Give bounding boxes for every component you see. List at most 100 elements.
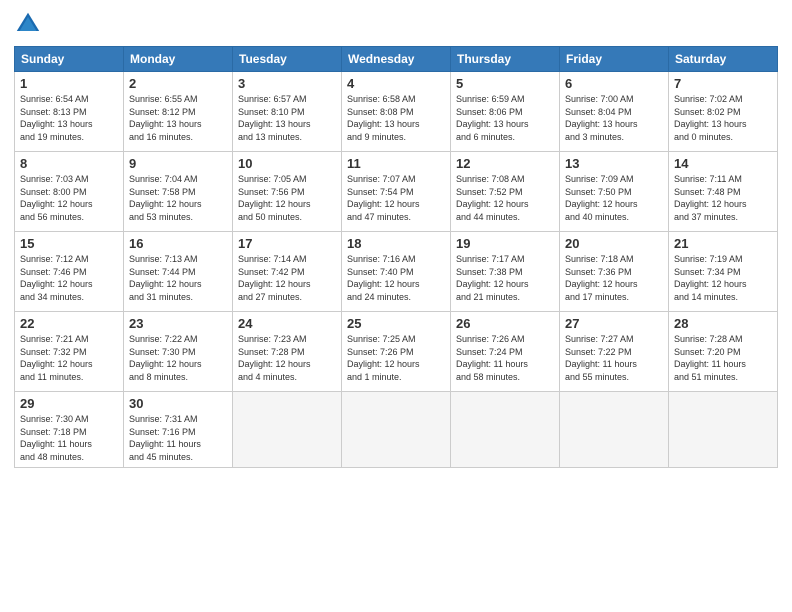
day-number: 9 xyxy=(129,156,227,171)
day-number: 21 xyxy=(674,236,772,251)
weekday-header-tuesday: Tuesday xyxy=(233,47,342,72)
day-info: Sunrise: 7:17 AM Sunset: 7:38 PM Dayligh… xyxy=(456,253,554,303)
calendar-cell xyxy=(560,392,669,468)
day-number: 27 xyxy=(565,316,663,331)
weekday-header-friday: Friday xyxy=(560,47,669,72)
calendar-cell: 16Sunrise: 7:13 AM Sunset: 7:44 PM Dayli… xyxy=(124,232,233,312)
day-info: Sunrise: 7:14 AM Sunset: 7:42 PM Dayligh… xyxy=(238,253,336,303)
calendar-week-2: 8 Sunrise: 7:03 AM Sunset: 8:00 PM Daylig… xyxy=(15,152,778,232)
day-number: 8 xyxy=(20,156,118,171)
calendar-cell: 13 Sunrise: 7:09 AM Sunset: 7:50 PM Dayli… xyxy=(560,152,669,232)
day-info: Sunrise: 6:54 AM Sunset: 8:13 PM Dayligh… xyxy=(20,93,118,143)
day-number: 20 xyxy=(565,236,663,251)
day-info: Sunrise: 7:19 AM Sunset: 7:34 PM Dayligh… xyxy=(674,253,772,303)
day-number: 13 xyxy=(565,156,663,171)
calendar-cell: 3Sunrise: 6:57 AM Sunset: 8:10 PM Daylig… xyxy=(233,72,342,152)
day-number: 17 xyxy=(238,236,336,251)
day-info: Sunrise: 7:00 AM Sunset: 8:04 PM Dayligh… xyxy=(565,93,663,143)
day-number: 5 xyxy=(456,76,554,91)
day-info: Sunrise: 7:03 AM Sunset: 8:00 PM Dayligh… xyxy=(20,173,118,223)
day-number: 1 xyxy=(20,76,118,91)
calendar-cell: 17 Sunrise: 7:14 AM Sunset: 7:42 PM Dayli… xyxy=(233,232,342,312)
calendar-cell: 26 Sunrise: 7:26 AM Sunset: 7:24 PM Dayli… xyxy=(451,312,560,392)
calendar-cell: 2 Sunrise: 6:55 AM Sunset: 8:12 PM Daylig… xyxy=(124,72,233,152)
day-info: Sunrise: 7:27 AM Sunset: 7:22 PM Dayligh… xyxy=(565,333,663,383)
day-info: Sunrise: 7:21 AM Sunset: 7:32 PM Dayligh… xyxy=(20,333,118,383)
day-info: Sunrise: 7:09 AM Sunset: 7:50 PM Dayligh… xyxy=(565,173,663,223)
calendar-cell: 4 Sunrise: 6:58 AM Sunset: 8:08 PM Daylig… xyxy=(342,72,451,152)
day-number: 26 xyxy=(456,316,554,331)
weekday-header-wednesday: Wednesday xyxy=(342,47,451,72)
calendar-cell xyxy=(451,392,560,468)
day-number: 2 xyxy=(129,76,227,91)
calendar-cell: 28 Sunrise: 7:28 AM Sunset: 7:20 PM Dayli… xyxy=(669,312,778,392)
calendar-cell: 9 Sunrise: 7:04 AM Sunset: 7:58 PM Daylig… xyxy=(124,152,233,232)
calendar-cell: 8 Sunrise: 7:03 AM Sunset: 8:00 PM Daylig… xyxy=(15,152,124,232)
day-info: Sunrise: 7:23 AM Sunset: 7:28 PM Dayligh… xyxy=(238,333,336,383)
day-number: 19 xyxy=(456,236,554,251)
day-info: Sunrise: 7:18 AM Sunset: 7:36 PM Dayligh… xyxy=(565,253,663,303)
day-info: Sunrise: 7:02 AM Sunset: 8:02 PM Dayligh… xyxy=(674,93,772,143)
day-number: 14 xyxy=(674,156,772,171)
day-number: 24 xyxy=(238,316,336,331)
day-info: Sunrise: 7:11 AM Sunset: 7:48 PM Dayligh… xyxy=(674,173,772,223)
day-number: 12 xyxy=(456,156,554,171)
calendar-cell: 10 Sunrise: 7:05 AM Sunset: 7:56 PM Dayli… xyxy=(233,152,342,232)
weekday-header-row: SundayMondayTuesdayWednesdayThursdayFrid… xyxy=(15,47,778,72)
day-number: 28 xyxy=(674,316,772,331)
day-info: Sunrise: 7:04 AM Sunset: 7:58 PM Dayligh… xyxy=(129,173,227,223)
calendar-cell xyxy=(342,392,451,468)
day-number: 29 xyxy=(20,396,118,411)
calendar-cell: 6Sunrise: 7:00 AM Sunset: 8:04 PM Daylig… xyxy=(560,72,669,152)
logo-icon xyxy=(14,10,42,38)
calendar-cell: 1 Sunrise: 6:54 AM Sunset: 8:13 PM Daylig… xyxy=(15,72,124,152)
calendar-cell: 14 Sunrise: 7:11 AM Sunset: 7:48 PM Dayli… xyxy=(669,152,778,232)
calendar-cell: 23 Sunrise: 7:22 AM Sunset: 7:30 PM Dayli… xyxy=(124,312,233,392)
day-info: Sunrise: 7:12 AM Sunset: 7:46 PM Dayligh… xyxy=(20,253,118,303)
calendar-cell: 12Sunrise: 7:08 AM Sunset: 7:52 PM Dayli… xyxy=(451,152,560,232)
day-info: Sunrise: 7:28 AM Sunset: 7:20 PM Dayligh… xyxy=(674,333,772,383)
day-info: Sunrise: 7:13 AM Sunset: 7:44 PM Dayligh… xyxy=(129,253,227,303)
day-info: Sunrise: 6:59 AM Sunset: 8:06 PM Dayligh… xyxy=(456,93,554,143)
calendar-cell: 5 Sunrise: 6:59 AM Sunset: 8:06 PM Daylig… xyxy=(451,72,560,152)
day-number: 22 xyxy=(20,316,118,331)
calendar-cell: 25 Sunrise: 7:25 AM Sunset: 7:26 PM Dayli… xyxy=(342,312,451,392)
calendar-cell: 21 Sunrise: 7:19 AM Sunset: 7:34 PM Dayli… xyxy=(669,232,778,312)
day-info: Sunrise: 7:26 AM Sunset: 7:24 PM Dayligh… xyxy=(456,333,554,383)
calendar-cell: 15Sunrise: 7:12 AM Sunset: 7:46 PM Dayli… xyxy=(15,232,124,312)
calendar-cell: 18Sunrise: 7:16 AM Sunset: 7:40 PM Dayli… xyxy=(342,232,451,312)
day-number: 11 xyxy=(347,156,445,171)
day-info: Sunrise: 7:30 AM Sunset: 7:18 PM Dayligh… xyxy=(20,413,118,463)
calendar-week-3: 15Sunrise: 7:12 AM Sunset: 7:46 PM Dayli… xyxy=(15,232,778,312)
calendar-cell: 20 Sunrise: 7:18 AM Sunset: 7:36 PM Dayli… xyxy=(560,232,669,312)
calendar-cell: 29 Sunrise: 7:30 AM Sunset: 7:18 PM Dayli… xyxy=(15,392,124,468)
day-number: 23 xyxy=(129,316,227,331)
calendar-cell: 7Sunrise: 7:02 AM Sunset: 8:02 PM Daylig… xyxy=(669,72,778,152)
logo xyxy=(14,10,46,38)
page: SundayMondayTuesdayWednesdayThursdayFrid… xyxy=(0,0,792,612)
calendar-week-1: 1 Sunrise: 6:54 AM Sunset: 8:13 PM Daylig… xyxy=(15,72,778,152)
header xyxy=(14,10,778,38)
day-number: 4 xyxy=(347,76,445,91)
day-number: 25 xyxy=(347,316,445,331)
weekday-header-monday: Monday xyxy=(124,47,233,72)
calendar: SundayMondayTuesdayWednesdayThursdayFrid… xyxy=(14,46,778,468)
day-info: Sunrise: 7:31 AM Sunset: 7:16 PM Dayligh… xyxy=(129,413,227,463)
day-info: Sunrise: 6:55 AM Sunset: 8:12 PM Dayligh… xyxy=(129,93,227,143)
calendar-cell: 24 Sunrise: 7:23 AM Sunset: 7:28 PM Dayli… xyxy=(233,312,342,392)
calendar-cell xyxy=(669,392,778,468)
weekday-header-sunday: Sunday xyxy=(15,47,124,72)
weekday-header-saturday: Saturday xyxy=(669,47,778,72)
day-info: Sunrise: 6:58 AM Sunset: 8:08 PM Dayligh… xyxy=(347,93,445,143)
calendar-week-5: 29 Sunrise: 7:30 AM Sunset: 7:18 PM Dayli… xyxy=(15,392,778,468)
day-info: Sunrise: 7:25 AM Sunset: 7:26 PM Dayligh… xyxy=(347,333,445,383)
calendar-week-4: 22 Sunrise: 7:21 AM Sunset: 7:32 PM Dayli… xyxy=(15,312,778,392)
calendar-cell: 19 Sunrise: 7:17 AM Sunset: 7:38 PM Dayli… xyxy=(451,232,560,312)
day-info: Sunrise: 7:05 AM Sunset: 7:56 PM Dayligh… xyxy=(238,173,336,223)
day-info: Sunrise: 6:57 AM Sunset: 8:10 PM Dayligh… xyxy=(238,93,336,143)
calendar-cell: 11Sunrise: 7:07 AM Sunset: 7:54 PM Dayli… xyxy=(342,152,451,232)
calendar-cell: 27 Sunrise: 7:27 AM Sunset: 7:22 PM Dayli… xyxy=(560,312,669,392)
calendar-cell: 22 Sunrise: 7:21 AM Sunset: 7:32 PM Dayli… xyxy=(15,312,124,392)
day-number: 10 xyxy=(238,156,336,171)
day-info: Sunrise: 7:22 AM Sunset: 7:30 PM Dayligh… xyxy=(129,333,227,383)
